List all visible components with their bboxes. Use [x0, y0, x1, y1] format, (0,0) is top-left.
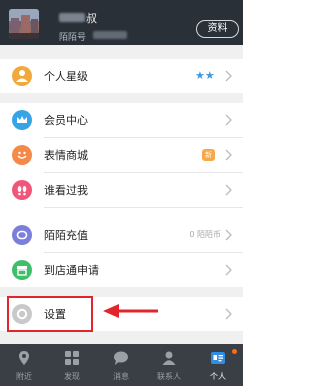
tab-messages[interactable]: 消息: [97, 344, 145, 386]
person-star-icon: [12, 66, 32, 86]
annotation-arrow-icon: [103, 304, 158, 318]
avatar[interactable]: [9, 9, 39, 39]
chevron-right-icon: [225, 184, 232, 196]
menu-item-star-level[interactable]: 个人星级 ★★: [0, 59, 243, 93]
chat-bubble-icon: [114, 351, 128, 365]
menu-label: 到店通申请: [44, 264, 99, 277]
grid-icon: [65, 351, 79, 365]
tab-label: 联系人: [157, 372, 181, 381]
chevron-right-icon: [225, 264, 232, 276]
location-pin-icon: [19, 351, 29, 365]
star-rating: ★★: [195, 69, 215, 82]
balance-value: 0 陌陌币: [189, 230, 221, 239]
chevron-right-icon: [225, 149, 232, 161]
section-gap: [0, 45, 243, 59]
tab-label: 附近: [16, 372, 32, 381]
contacts-icon: [162, 351, 176, 365]
menu-label: 谁看过我: [44, 184, 88, 197]
chevron-right-icon: [225, 229, 232, 241]
profile-header[interactable]: 叔 陌陌号 资料: [0, 0, 243, 45]
section-gap: [0, 93, 243, 103]
menu-item-recharge[interactable]: 陌陌充值 0 陌陌币: [0, 218, 243, 252]
divider: [44, 207, 243, 208]
chevron-right-icon: [225, 308, 232, 320]
bottom-tab-bar: 附近 发现 消息 联系人 个人: [0, 344, 243, 386]
store-icon: [12, 260, 32, 280]
username: 叔: [86, 12, 97, 25]
momo-id-label: 陌陌号: [59, 33, 87, 43]
profile-button[interactable]: 资料: [196, 20, 239, 38]
menu-item-store-apply[interactable]: 到店通申请: [0, 253, 243, 287]
smiley-icon: [12, 145, 32, 165]
tab-contacts[interactable]: 联系人: [145, 344, 193, 386]
new-badge: 新: [202, 149, 215, 161]
footprints-icon: [12, 180, 32, 200]
menu-label: 个人星级: [44, 70, 88, 83]
menu-label: 会员中心: [44, 114, 88, 127]
tab-label: 消息: [113, 372, 129, 381]
chevron-right-icon: [225, 114, 232, 126]
chevron-right-icon: [225, 70, 232, 82]
menu-label: 陌陌充值: [44, 229, 88, 242]
crown-icon: [12, 110, 32, 130]
momo-id-redacted: [93, 31, 127, 39]
section-gap: [0, 331, 243, 344]
username-redacted: [59, 13, 85, 22]
coin-icon: [12, 225, 32, 245]
menu-item-visitors[interactable]: 谁看过我: [0, 173, 243, 207]
tab-discover[interactable]: 发现: [48, 344, 96, 386]
menu-item-vip-center[interactable]: 会员中心: [0, 103, 243, 137]
menu-item-emoticon-store[interactable]: 表情商城 新: [0, 138, 243, 172]
profile-card-icon: [211, 352, 225, 364]
tab-label: 发现: [64, 372, 80, 381]
tab-nearby[interactable]: 附近: [0, 344, 48, 386]
menu-label: 表情商城: [44, 149, 88, 162]
highlight-box: [7, 296, 93, 332]
notification-dot: [232, 349, 237, 354]
tab-label: 个人: [210, 372, 226, 381]
